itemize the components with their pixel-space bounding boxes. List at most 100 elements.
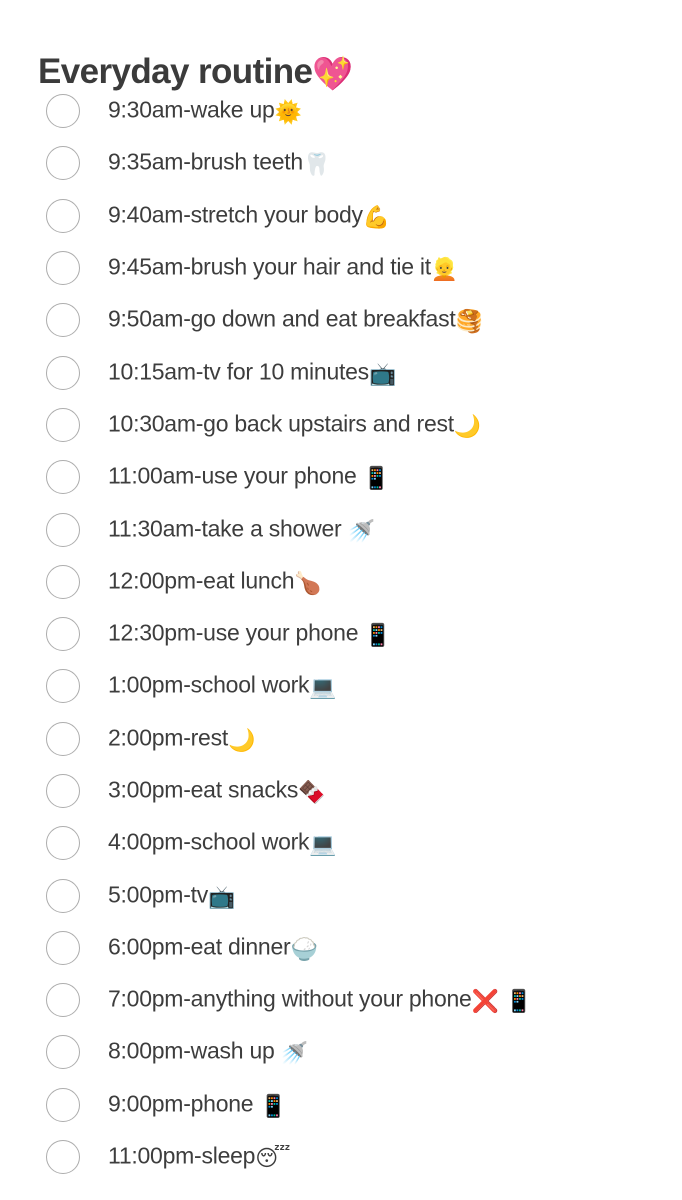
checklist-item-label: 11:00am-use your phone 📱 [108,461,390,494]
checkbox-circle-icon[interactable] [46,251,80,286]
checklist-item[interactable]: 8:00pm-wash up 🚿 [0,1026,682,1078]
checklist-item[interactable]: 9:30am-wake up🌞 [0,85,682,137]
checklist-item-text: 11:00pm-sleep [108,1142,256,1169]
laptop-emoji: 💻 [309,674,337,700]
checklist-item-label: 9:30am-wake up🌞 [108,95,302,128]
checklist-item-label: 9:45am-brush your hair and tie it👱 [108,252,458,285]
checklist-item[interactable]: 4:00pm-school work💻 [0,817,682,869]
poultry-leg-emoji: 🍗 [294,570,322,596]
checkbox-circle-icon[interactable] [46,1087,80,1122]
checklist-item-label: 4:00pm-school work💻 [108,827,337,860]
checkbox-circle-icon[interactable] [46,826,80,861]
checkbox-circle-icon[interactable] [46,1035,80,1070]
checkbox-circle-icon[interactable] [46,407,80,442]
checkbox-circle-icon[interactable] [46,564,80,599]
checkbox-circle-icon[interactable] [46,146,80,181]
checkbox-circle-icon[interactable] [46,94,80,129]
checklist-item-text: 12:00pm-eat lunch [108,567,295,594]
checklist-item-label: 12:30pm-use your phone 📱 [108,618,392,651]
checklist-item-text: 6:00pm-eat dinner [108,933,291,960]
checklist-item-text: 9:35am-brush teeth [108,148,303,175]
checklist-item-label: 9:00pm-phone 📱 [108,1088,287,1121]
mobile-phone-emoji: 📱 [362,465,391,491]
checklist-item[interactable]: 9:50am-go down and eat breakfast🥞 [0,294,682,346]
checklist-item-label: 3:00pm-eat snacks🍫 [108,775,325,808]
pancakes-emoji: 🥞 [455,308,483,334]
checklist-item-label: 1:00pm-school work💻 [108,670,337,703]
checklist-item[interactable]: 11:00am-use your phone 📱 [0,451,682,503]
checkbox-circle-icon[interactable] [46,721,80,756]
checklist-item-label: 9:40am-stretch your body💪 [108,199,390,232]
checkbox-circle-icon[interactable] [46,878,80,913]
checklist-item-label: 9:35am-brush teeth🦷 [108,147,330,180]
checklist-item[interactable]: 11:00pm-sleep😴 [0,1131,682,1183]
checklist-item-text: 4:00pm-school work [108,828,310,855]
checklist-item-label: 12:00pm-eat lunch🍗 [108,565,322,598]
checklist-item[interactable]: 12:00pm-eat lunch🍗 [0,556,682,608]
checkbox-circle-icon[interactable] [46,355,80,390]
shower-emoji: 🚿 [280,1040,309,1066]
checklist-item[interactable]: 10:30am-go back upstairs and rest🌙 [0,399,682,451]
shower-emoji: 🚿 [347,518,375,544]
checklist-item-text: 11:30am-take a shower [108,515,348,542]
checklist-item[interactable]: 3:00pm-eat snacks🍫 [0,765,682,817]
checklist-item[interactable]: 9:45am-brush your hair and tie it👱 [0,242,682,294]
checkbox-circle-icon[interactable] [46,774,80,808]
checkbox-circle-icon[interactable] [46,669,80,704]
checklist-item[interactable]: 10:15am-tv for 10 minutes📺 [0,346,682,398]
checklist-item-label: 7:00pm-anything without your phone❌ 📱 [108,984,532,1017]
checkbox-circle-icon[interactable] [46,617,80,652]
checklist-item-text: 5:00pm-tv [108,881,209,908]
checklist-item-label: 8:00pm-wash up 🚿 [108,1036,308,1069]
blond-haired-person-emoji: 👱 [430,256,459,282]
flexed-biceps-emoji: 💪 [362,204,391,230]
checklist-item-text: 10:30am-go back upstairs and rest [108,410,454,437]
television-emoji: 📺 [208,884,236,910]
checkbox-circle-icon[interactable] [46,198,80,233]
crescent-moon-emoji: 🌙 [227,727,256,753]
checkbox-circle-icon[interactable] [46,1140,80,1175]
checklist-item[interactable]: 9:40am-stretch your body💪 [0,190,682,242]
checklist-item[interactable]: 7:00pm-anything without your phone❌ 📱 [0,974,682,1026]
checklist-item-text: 9:50am-go down and eat breakfast [108,305,456,332]
checklist-item[interactable]: 5:00pm-tv📺 [0,869,682,921]
checklist-item-text: 11:00am-use your phone [108,462,363,489]
checklist-item[interactable]: 11:30am-take a shower 🚿 [0,503,682,555]
checklist-item[interactable]: 2:00pm-rest🌙 [0,713,682,765]
checklist-item[interactable]: 9:00pm-phone 📱 [0,1079,682,1131]
chocolate-bar-emoji: 🍫 [298,779,326,805]
note-page: Everyday routine💖 9:30am-wake up🌞 9:35am-… [0,0,682,1200]
checklist-item-label: 10:30am-go back upstairs and rest🌙 [108,408,481,441]
checklist-item-label: 11:30am-take a shower 🚿 [108,513,375,546]
checklist-item-text: 3:00pm-eat snacks [108,776,299,803]
television-emoji: 📺 [368,361,397,387]
checklist: 9:30am-wake up🌞 9:35am-brush teeth🦷 9:40am… [0,85,682,1183]
checklist-item[interactable]: 6:00pm-eat dinner🍚 [0,922,682,974]
sun-with-face-emoji: 🌞 [274,99,302,125]
checklist-item-label: 2:00pm-rest🌙 [108,722,255,755]
checklist-item-text: 10:15am-tv for 10 minutes [108,358,369,385]
checklist-item[interactable]: 1:00pm-school work💻 [0,660,682,712]
checklist-item-text: 7:00pm-anything without your phone [108,985,472,1012]
checkbox-circle-icon[interactable] [46,983,80,1018]
checklist-item-text: 1:00pm-school work [108,671,310,698]
checklist-item[interactable]: 9:35am-brush teeth🦷 [0,137,682,189]
checklist-item-text: 9:45am-brush your hair and tie it [108,253,431,280]
checklist-item-label: 11:00pm-sleep😴 [108,1141,291,1174]
checklist-item-label: 5:00pm-tv📺 [108,879,235,912]
checklist-item-text: 8:00pm-wash up [108,1037,281,1064]
checkbox-circle-icon[interactable] [46,460,80,495]
cooked-rice-emoji: 🍚 [290,936,318,962]
mobile-phone-emoji: 📱 [259,1093,287,1119]
checkbox-circle-icon[interactable] [46,303,80,338]
checkbox-circle-icon[interactable] [46,512,80,547]
crescent-moon-emoji: 🌙 [453,413,482,439]
checklist-item-text: 12:30pm-use your phone [108,619,365,646]
checklist-item-label: 6:00pm-eat dinner🍚 [108,931,318,964]
sleeping-face-emoji: 😴 [255,1145,291,1171]
laptop-emoji: 💻 [309,831,337,857]
checklist-item[interactable]: 12:30pm-use your phone 📱 [0,608,682,660]
checklist-item-text: 9:30am-wake up [108,96,275,123]
checkbox-circle-icon[interactable] [46,930,80,965]
checklist-item-text: 9:00pm-phone [108,1090,260,1117]
